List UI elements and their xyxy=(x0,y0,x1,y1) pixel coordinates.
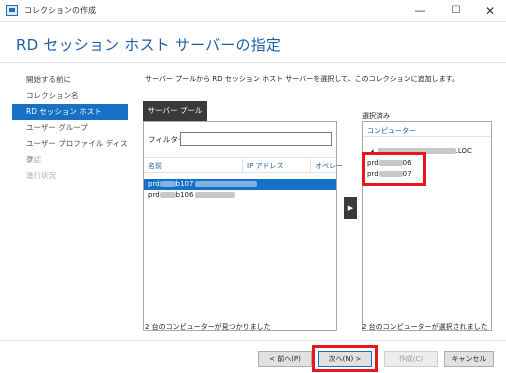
tab-server-pool[interactable]: サーバー プール xyxy=(143,101,207,121)
instruction-text: サーバー プールから RD セッション ホスト サーバーを選択して、このコレクシ… xyxy=(145,75,459,83)
nav-item-rd-session-host[interactable]: RD セッション ホスト xyxy=(12,104,128,120)
header-divider xyxy=(0,62,506,63)
redacted-text xyxy=(195,181,258,187)
nav-item-before-you-begin[interactable]: 開始する前に xyxy=(12,72,128,88)
server-pool-panel: フィルター: 名前 IP アドレス オペレー prd b107 prd b106 xyxy=(143,121,343,331)
window-title: コレクションの作成 xyxy=(24,6,96,15)
column-header-operating-system[interactable]: オペレー xyxy=(315,161,343,171)
server-name-suffix: b107 xyxy=(175,180,194,188)
filter-input[interactable] xyxy=(180,132,332,146)
server-row-b107[interactable]: prd b107 xyxy=(144,179,336,190)
redacted-text xyxy=(159,181,176,187)
selected-label: 選択済み xyxy=(362,112,390,120)
maximize-button[interactable]: ☐ xyxy=(440,0,472,22)
minimize-button[interactable]: — xyxy=(404,0,436,22)
column-separator xyxy=(242,159,243,172)
server-name-suffix: b106 xyxy=(175,191,194,199)
domain-suffix: .LOC xyxy=(455,147,472,155)
column-header-ip-address[interactable]: IP アドレス xyxy=(247,161,284,171)
close-button[interactable]: ✕ xyxy=(474,0,506,22)
add-to-selected-button[interactable]: ▶ xyxy=(344,197,357,219)
redacted-text xyxy=(159,192,176,198)
server-row-b106[interactable]: prd b106 xyxy=(144,190,336,201)
server-name-prefix: prd xyxy=(148,180,160,188)
page-title: RD セッション ホスト サーバーの指定 xyxy=(16,36,282,54)
server-name-prefix: prd xyxy=(148,191,160,199)
header-divider xyxy=(363,136,491,137)
column-header-name[interactable]: 名前 xyxy=(148,161,162,171)
annotation-highlight-selected xyxy=(362,152,426,186)
nav-item-confirmation: 確認 xyxy=(26,155,41,164)
nav-item-collection-name[interactable]: コレクション名 xyxy=(12,88,128,104)
cancel-button[interactable]: キャンセル xyxy=(444,351,494,367)
server-pool-status: 2 台のコンピューターが見つかりました xyxy=(145,323,271,331)
selected-status: 2 台のコンピューターが選択されました xyxy=(362,323,488,331)
create-button: 作成(C) xyxy=(384,351,438,367)
annotation-highlight-next xyxy=(312,345,378,372)
wizard-nav: 開始する前に コレクション名 RD セッション ホスト ユーザー グループ ユー… xyxy=(12,72,128,184)
redacted-text xyxy=(195,192,236,198)
footer-divider xyxy=(0,340,506,341)
server-pool-column-headers: 名前 IP アドレス オペレー xyxy=(144,157,343,173)
nav-item-progress: 進行状況 xyxy=(26,171,56,180)
nav-item-user-profile-disks[interactable]: ユーザー プロファイル ディスク xyxy=(12,136,128,164)
app-icon xyxy=(6,5,18,16)
previous-button[interactable]: < 前へ(P) xyxy=(258,351,312,367)
column-header-computer[interactable]: コンピューター xyxy=(367,126,416,136)
title-bar: コレクションの作成 — ☐ ✕ xyxy=(0,0,506,22)
nav-item-user-groups[interactable]: ユーザー グループ xyxy=(12,120,128,136)
column-separator xyxy=(310,159,311,172)
